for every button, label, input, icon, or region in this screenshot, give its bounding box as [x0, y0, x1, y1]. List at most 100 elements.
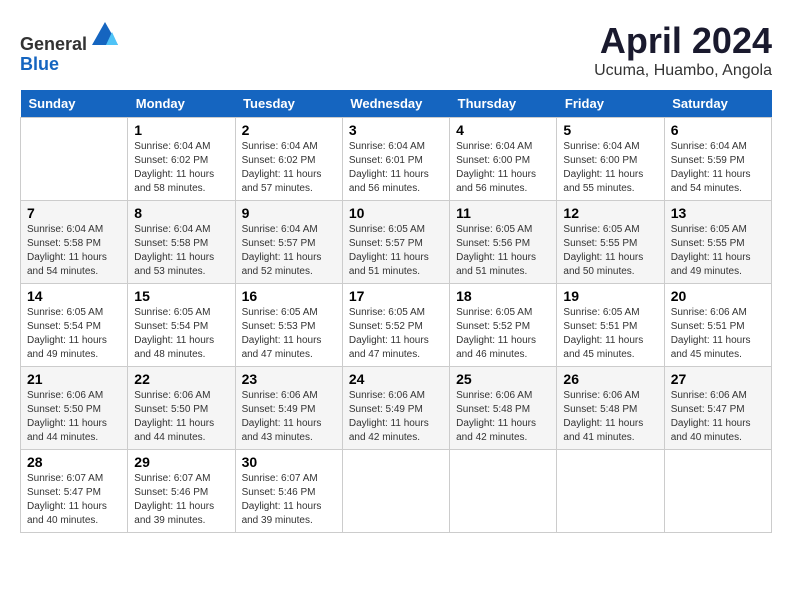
logo-icon — [90, 20, 120, 50]
day-info: Sunrise: 6:04 AMSunset: 6:02 PMDaylight:… — [134, 140, 228, 196]
calendar-cell: 5 Sunrise: 6:04 AMSunset: 6:00 PMDayligh… — [557, 118, 664, 201]
day-info: Sunrise: 6:05 AMSunset: 5:56 PMDaylight:… — [456, 223, 550, 279]
day-number: 27 — [671, 371, 765, 387]
day-info: Sunrise: 6:04 AMSunset: 5:58 PMDaylight:… — [134, 223, 228, 279]
calendar-cell: 29 Sunrise: 6:07 AMSunset: 5:46 PMDaylig… — [128, 450, 235, 533]
calendar-cell: 15 Sunrise: 6:05 AMSunset: 5:54 PMDaylig… — [128, 284, 235, 367]
calendar-cell: 20 Sunrise: 6:06 AMSunset: 5:51 PMDaylig… — [664, 284, 771, 367]
logo: General Blue — [20, 20, 120, 75]
calendar-cell: 23 Sunrise: 6:06 AMSunset: 5:49 PMDaylig… — [235, 367, 342, 450]
day-number: 22 — [134, 371, 228, 387]
calendar-cell: 24 Sunrise: 6:06 AMSunset: 5:49 PMDaylig… — [342, 367, 449, 450]
calendar-cell — [342, 450, 449, 533]
day-number: 28 — [27, 454, 121, 470]
calendar-cell: 6 Sunrise: 6:04 AMSunset: 5:59 PMDayligh… — [664, 118, 771, 201]
day-number: 25 — [456, 371, 550, 387]
day-info: Sunrise: 6:06 AMSunset: 5:50 PMDaylight:… — [134, 389, 228, 445]
day-number: 1 — [134, 122, 228, 138]
day-number: 18 — [456, 288, 550, 304]
calendar-cell — [21, 118, 128, 201]
calendar-cell: 1 Sunrise: 6:04 AMSunset: 6:02 PMDayligh… — [128, 118, 235, 201]
day-number: 24 — [349, 371, 443, 387]
day-info: Sunrise: 6:04 AMSunset: 5:58 PMDaylight:… — [27, 223, 121, 279]
day-number: 16 — [242, 288, 336, 304]
calendar-cell: 30 Sunrise: 6:07 AMSunset: 5:46 PMDaylig… — [235, 450, 342, 533]
day-number: 7 — [27, 205, 121, 221]
calendar-cell: 13 Sunrise: 6:05 AMSunset: 5:55 PMDaylig… — [664, 201, 771, 284]
calendar-cell: 9 Sunrise: 6:04 AMSunset: 5:57 PMDayligh… — [235, 201, 342, 284]
header-friday: Friday — [557, 90, 664, 118]
calendar-cell: 16 Sunrise: 6:05 AMSunset: 5:53 PMDaylig… — [235, 284, 342, 367]
day-number: 6 — [671, 122, 765, 138]
day-number: 20 — [671, 288, 765, 304]
day-info: Sunrise: 6:05 AMSunset: 5:55 PMDaylight:… — [563, 223, 657, 279]
day-info: Sunrise: 6:04 AMSunset: 6:00 PMDaylight:… — [456, 140, 550, 196]
calendar-cell: 2 Sunrise: 6:04 AMSunset: 6:02 PMDayligh… — [235, 118, 342, 201]
day-number: 10 — [349, 205, 443, 221]
day-info: Sunrise: 6:05 AMSunset: 5:51 PMDaylight:… — [563, 306, 657, 362]
day-info: Sunrise: 6:04 AMSunset: 6:01 PMDaylight:… — [349, 140, 443, 196]
day-number: 19 — [563, 288, 657, 304]
day-number: 4 — [456, 122, 550, 138]
calendar-table: SundayMondayTuesdayWednesdayThursdayFrid… — [20, 90, 772, 533]
day-number: 11 — [456, 205, 550, 221]
calendar-cell: 4 Sunrise: 6:04 AMSunset: 6:00 PMDayligh… — [450, 118, 557, 201]
calendar-cell: 19 Sunrise: 6:05 AMSunset: 5:51 PMDaylig… — [557, 284, 664, 367]
header-sunday: Sunday — [21, 90, 128, 118]
calendar-cell: 26 Sunrise: 6:06 AMSunset: 5:48 PMDaylig… — [557, 367, 664, 450]
day-info: Sunrise: 6:07 AMSunset: 5:46 PMDaylight:… — [242, 472, 336, 528]
day-info: Sunrise: 6:06 AMSunset: 5:50 PMDaylight:… — [27, 389, 121, 445]
calendar-cell: 14 Sunrise: 6:05 AMSunset: 5:54 PMDaylig… — [21, 284, 128, 367]
calendar-cell: 3 Sunrise: 6:04 AMSunset: 6:01 PMDayligh… — [342, 118, 449, 201]
calendar-cell: 10 Sunrise: 6:05 AMSunset: 5:57 PMDaylig… — [342, 201, 449, 284]
day-info: Sunrise: 6:05 AMSunset: 5:57 PMDaylight:… — [349, 223, 443, 279]
header-monday: Monday — [128, 90, 235, 118]
calendar-cell: 12 Sunrise: 6:05 AMSunset: 5:55 PMDaylig… — [557, 201, 664, 284]
day-number: 12 — [563, 205, 657, 221]
calendar-cell: 25 Sunrise: 6:06 AMSunset: 5:48 PMDaylig… — [450, 367, 557, 450]
day-info: Sunrise: 6:05 AMSunset: 5:52 PMDaylight:… — [349, 306, 443, 362]
day-number: 30 — [242, 454, 336, 470]
day-number: 5 — [563, 122, 657, 138]
calendar-cell: 17 Sunrise: 6:05 AMSunset: 5:52 PMDaylig… — [342, 284, 449, 367]
calendar-cell: 27 Sunrise: 6:06 AMSunset: 5:47 PMDaylig… — [664, 367, 771, 450]
calendar-cell: 18 Sunrise: 6:05 AMSunset: 5:52 PMDaylig… — [450, 284, 557, 367]
day-number: 2 — [242, 122, 336, 138]
calendar-cell: 8 Sunrise: 6:04 AMSunset: 5:58 PMDayligh… — [128, 201, 235, 284]
calendar-cell: 7 Sunrise: 6:04 AMSunset: 5:58 PMDayligh… — [21, 201, 128, 284]
day-info: Sunrise: 6:04 AMSunset: 6:00 PMDaylight:… — [563, 140, 657, 196]
calendar-cell: 11 Sunrise: 6:05 AMSunset: 5:56 PMDaylig… — [450, 201, 557, 284]
day-info: Sunrise: 6:04 AMSunset: 5:57 PMDaylight:… — [242, 223, 336, 279]
day-info: Sunrise: 6:04 AMSunset: 5:59 PMDaylight:… — [671, 140, 765, 196]
day-number: 21 — [27, 371, 121, 387]
subtitle: Ucuma, Huambo, Angola — [594, 62, 772, 80]
day-info: Sunrise: 6:04 AMSunset: 6:02 PMDaylight:… — [242, 140, 336, 196]
day-number: 13 — [671, 205, 765, 221]
calendar-cell: 22 Sunrise: 6:06 AMSunset: 5:50 PMDaylig… — [128, 367, 235, 450]
day-info: Sunrise: 6:05 AMSunset: 5:55 PMDaylight:… — [671, 223, 765, 279]
header-tuesday: Tuesday — [235, 90, 342, 118]
day-number: 17 — [349, 288, 443, 304]
logo-blue: Blue — [20, 54, 59, 74]
header-thursday: Thursday — [450, 90, 557, 118]
day-number: 26 — [563, 371, 657, 387]
calendar-cell — [664, 450, 771, 533]
main-title: April 2024 — [594, 20, 772, 62]
calendar-cell: 21 Sunrise: 6:06 AMSunset: 5:50 PMDaylig… — [21, 367, 128, 450]
calendar-cell — [450, 450, 557, 533]
day-number: 8 — [134, 205, 228, 221]
day-number: 15 — [134, 288, 228, 304]
day-info: Sunrise: 6:05 AMSunset: 5:53 PMDaylight:… — [242, 306, 336, 362]
day-info: Sunrise: 6:06 AMSunset: 5:48 PMDaylight:… — [563, 389, 657, 445]
day-info: Sunrise: 6:06 AMSunset: 5:51 PMDaylight:… — [671, 306, 765, 362]
day-number: 23 — [242, 371, 336, 387]
day-info: Sunrise: 6:07 AMSunset: 5:46 PMDaylight:… — [134, 472, 228, 528]
day-number: 3 — [349, 122, 443, 138]
logo-general: General — [20, 34, 87, 54]
day-number: 9 — [242, 205, 336, 221]
page-header: General Blue April 2024 Ucuma, Huambo, A… — [20, 20, 772, 80]
day-info: Sunrise: 6:06 AMSunset: 5:48 PMDaylight:… — [456, 389, 550, 445]
header-wednesday: Wednesday — [342, 90, 449, 118]
calendar-cell: 28 Sunrise: 6:07 AMSunset: 5:47 PMDaylig… — [21, 450, 128, 533]
day-number: 14 — [27, 288, 121, 304]
